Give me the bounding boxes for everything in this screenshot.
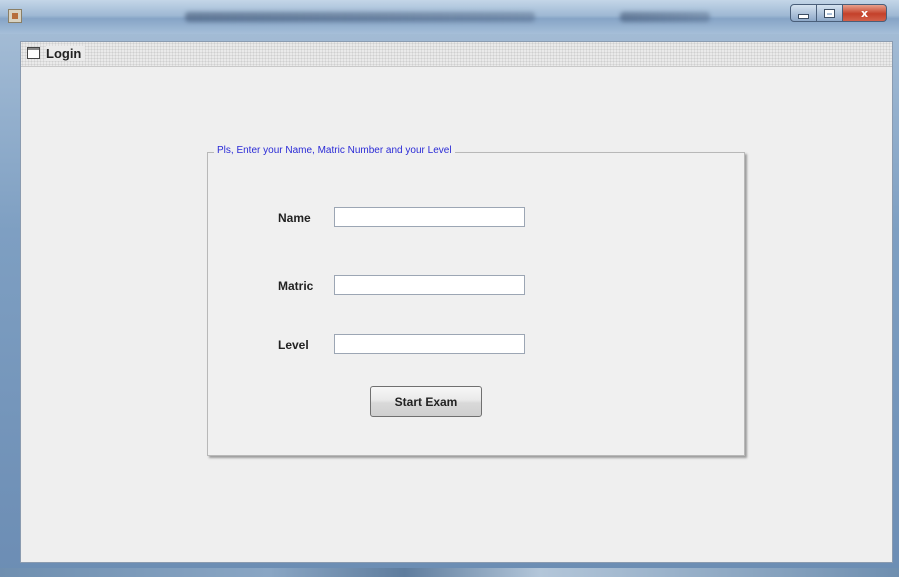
matric-label: Matric bbox=[278, 279, 314, 293]
internal-frame-titlebar[interactable]: Login bbox=[21, 42, 892, 67]
window-title-blurred bbox=[185, 12, 535, 22]
matric-input[interactable] bbox=[334, 275, 525, 295]
name-input[interactable] bbox=[334, 207, 525, 227]
maximize-button[interactable] bbox=[817, 4, 843, 22]
name-label: Name bbox=[278, 211, 311, 225]
application-window: x Login Pls, Enter your Name, Matric Num… bbox=[0, 0, 899, 577]
close-icon: x bbox=[860, 6, 869, 20]
app-icon[interactable] bbox=[8, 9, 22, 23]
minimize-button[interactable] bbox=[790, 4, 817, 22]
login-panel: Pls, Enter your Name, Matric Number and … bbox=[207, 145, 745, 456]
client-area: Login Pls, Enter your Name, Matric Numbe… bbox=[20, 41, 893, 563]
maximize-icon bbox=[824, 8, 835, 18]
taskbar-strip bbox=[0, 568, 899, 577]
start-exam-button[interactable]: Start Exam bbox=[370, 386, 482, 417]
level-input[interactable] bbox=[334, 334, 525, 354]
internal-frame-icon[interactable] bbox=[27, 47, 40, 59]
window-titlebar[interactable]: x bbox=[0, 0, 899, 34]
panel-legend: Pls, Enter your Name, Matric Number and … bbox=[214, 145, 455, 156]
level-label: Level bbox=[278, 338, 309, 352]
window-title-blurred-extra bbox=[620, 12, 710, 22]
minimize-icon bbox=[798, 13, 809, 19]
internal-frame-title: Login bbox=[46, 46, 86, 61]
window-controls: x bbox=[790, 4, 887, 24]
close-button[interactable]: x bbox=[843, 4, 887, 22]
